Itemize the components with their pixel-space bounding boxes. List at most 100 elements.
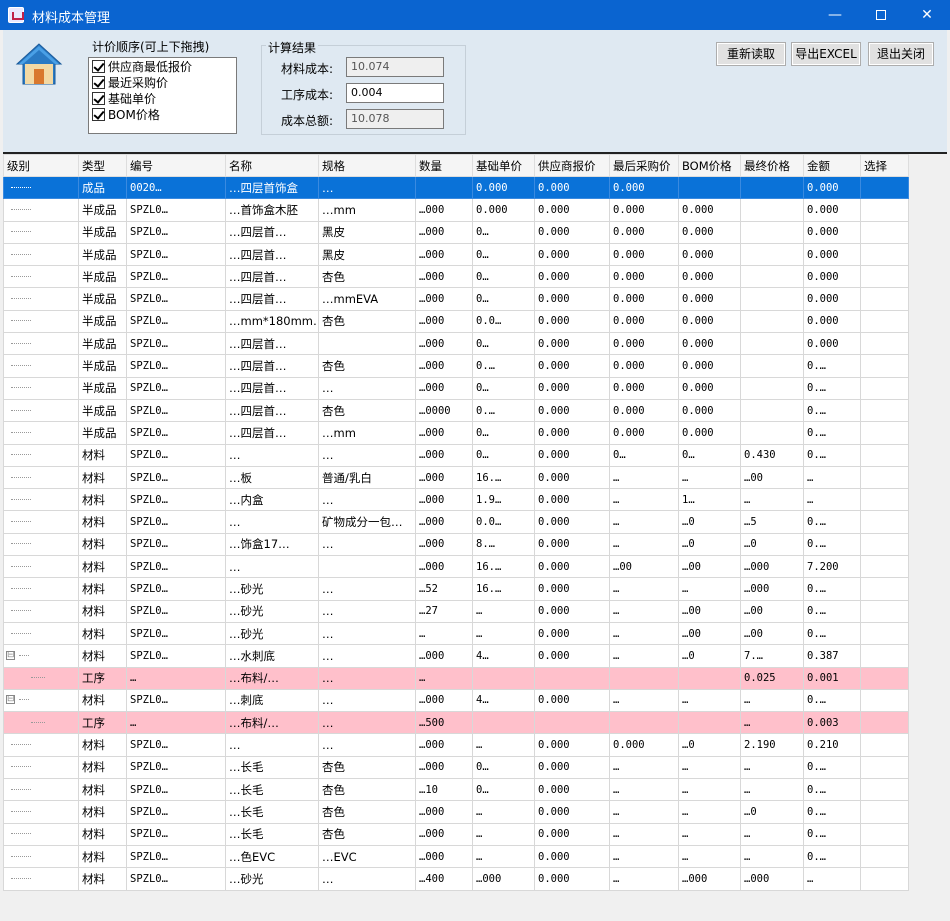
table-row[interactable]: 工序… …布料/……… 0.025 0.001 xyxy=(3,666,909,690)
table-row[interactable]: 半成品 SPZL0… …四层首… 黑皮 …000 0… 0.000 0.000 0.000 0.0… xyxy=(3,242,909,267)
maximize-button[interactable] xyxy=(858,0,904,30)
checkbox-icon[interactable] xyxy=(92,92,105,105)
select-cell[interactable] xyxy=(860,822,909,846)
table-row[interactable]: 材料 SPZL0……… …000 0… 0.000 0… 0… 0.430 0.… xyxy=(3,443,909,467)
select-cell[interactable] xyxy=(860,666,909,690)
column-header[interactable]: 数量 xyxy=(415,154,473,177)
column-header[interactable]: 规格 xyxy=(318,154,416,177)
column-header[interactable]: 级别 xyxy=(3,154,79,177)
column-header[interactable]: 编号 xyxy=(126,154,226,177)
select-cell[interactable] xyxy=(860,332,909,356)
export-excel-button[interactable]: 导出EXCEL xyxy=(791,42,861,66)
table-cell: … xyxy=(678,778,741,802)
select-cell[interactable] xyxy=(860,621,909,646)
minimize-button[interactable]: — xyxy=(812,0,858,30)
checkbox-icon[interactable] xyxy=(92,108,105,121)
select-cell[interactable] xyxy=(860,755,909,780)
table-row[interactable]: 材料 SPZL0… …长毛 杏色 …000… 0.000……… 0.… xyxy=(3,822,909,846)
collapse-icon[interactable]: ⊟ xyxy=(6,650,15,660)
select-cell[interactable] xyxy=(860,844,909,869)
table-row[interactable]: 工序… …布料/…… …500… 0.003 xyxy=(3,711,909,735)
column-header[interactable]: 供应商报价 xyxy=(534,154,610,177)
table-row[interactable]: 材料 SPZL0… …板 普通/乳白 …000 16.… 0.000…… …00… xyxy=(3,465,909,490)
select-cell[interactable] xyxy=(860,443,909,467)
column-header[interactable]: 名称 xyxy=(225,154,319,177)
table-row[interactable]: ⊟ 材料 SPZL0… …水刺底… …000 4… 0.000… …0 7.… 0.387 xyxy=(3,644,909,668)
column-header[interactable]: 金额 xyxy=(803,154,861,177)
collapse-icon[interactable]: ⊟ xyxy=(6,695,15,705)
order-item-bom[interactable]: BOM价格 xyxy=(92,107,160,122)
order-item-recent[interactable]: 最近采购价 xyxy=(92,75,168,90)
table-row[interactable]: 材料 SPZL0… …长毛 杏色 …000 0… 0.000……… 0.… xyxy=(3,755,909,780)
select-cell[interactable] xyxy=(860,644,909,668)
table-row[interactable]: 半成品 SPZL0… …首饰盒木胚 …mm …000 0.000 0.000 0.000 0.0… xyxy=(3,198,909,222)
select-cell[interactable] xyxy=(860,421,909,445)
table-row[interactable]: 材料 SPZL0… …内盒… …000 1.9… 0.000… 1……… xyxy=(3,488,909,512)
checkbox-icon[interactable] xyxy=(92,76,105,89)
table-row[interactable]: ⊟ 材料 SPZL0… …刺底… …000 4… 0.000……… 0.… xyxy=(3,688,909,713)
select-cell[interactable] xyxy=(860,398,909,423)
table-row[interactable]: 材料 SPZL0… …砂光… …52 16.… 0.000…… …000 0.… xyxy=(3,577,909,601)
column-header[interactable]: BOM价格 xyxy=(678,154,741,177)
table-row[interactable]: 材料 SPZL0……… …000… 0.000 0.000 …0 2.190 0.210 xyxy=(3,733,909,757)
checkbox-icon[interactable] xyxy=(92,60,105,73)
table-row[interactable]: 材料 SPZL0… …长毛 杏色 …000… 0.000…… …0 0.… xyxy=(3,800,909,824)
cost-grid[interactable]: 级别 类型 编号 名称 规格 数量 基础单价 供应商报价 最后采购价 BOM价格 最终价格 金额 选择 … xyxy=(3,152,947,918)
table-row[interactable]: 材料 SPZL0…… …000 16.… 0.000 …00 …00 …000 7.200 xyxy=(3,555,909,579)
column-header[interactable]: 基础单价 xyxy=(472,154,535,177)
exit-close-button[interactable]: 退出关闭 xyxy=(868,42,934,66)
total-cost-field[interactable]: 10.078 xyxy=(346,109,444,129)
select-cell[interactable] xyxy=(860,376,909,400)
column-header[interactable]: 选择 xyxy=(860,154,909,177)
order-item-base[interactable]: 基础单价 xyxy=(92,91,156,106)
select-cell[interactable] xyxy=(860,265,909,289)
table-row[interactable]: 材料 SPZL0… …饰盒17…… …000 8.… 0.000… …0 …0 0.… xyxy=(3,532,909,557)
table-row[interactable]: 成品 0020… …四层首饰盒… 0.000 0.000 0.000 0.000 xyxy=(3,175,909,200)
table-row[interactable]: 材料 SPZL0… …砂光… …400 …000 0.000… …000 …000… xyxy=(3,867,909,891)
table-row[interactable]: 半成品 SPZL0… …四层首… …mm …000 0… 0.000 0.000 0.000 0.… xyxy=(3,421,909,445)
table-row[interactable]: 半成品 SPZL0… …四层首… 杏色 …0000 0.… 0.000 0.000 0.000 0… xyxy=(3,398,909,423)
select-cell[interactable] xyxy=(860,711,909,735)
reload-button[interactable]: 重新读取 xyxy=(716,42,786,66)
select-cell[interactable] xyxy=(860,733,909,757)
select-cell[interactable] xyxy=(860,532,909,557)
select-cell[interactable] xyxy=(860,800,909,824)
table-row[interactable]: 半成品 SPZL0… …四层首… 黑皮 …000 0… 0.000 0.000 0.000 0.0… xyxy=(3,220,909,244)
table-row[interactable]: 材料 SPZL0… …长毛 杏色 …10 0… 0.000……… 0.… xyxy=(3,778,909,802)
table-row[interactable]: 材料 SPZL0… …砂光… …27… 0.000… …00 …00 0.… xyxy=(3,599,909,623)
select-cell[interactable] xyxy=(860,354,909,378)
select-cell[interactable] xyxy=(860,175,909,200)
select-cell[interactable] xyxy=(860,599,909,623)
select-cell[interactable] xyxy=(860,465,909,490)
table-row[interactable]: 材料 SPZL0…… 矿物成分一包… …000 0.0… 0.000… …0 …5 0.… xyxy=(3,510,909,534)
select-cell[interactable] xyxy=(860,555,909,579)
table-row[interactable]: 材料 SPZL0… …色EVC …EVC …000… 0.000……… 0.… xyxy=(3,844,909,869)
table-row[interactable]: 半成品 SPZL0… …四层首… 杏色 …000 0… 0.000 0.000 0.000 0.0… xyxy=(3,265,909,289)
column-header[interactable]: 类型 xyxy=(78,154,127,177)
table-row[interactable]: 半成品 SPZL0… …mm*180mm… 杏色 …000 0.0… 0.000 0.000 0… xyxy=(3,309,909,334)
select-cell[interactable] xyxy=(860,309,909,334)
table-row[interactable]: 材料 SPZL0… …砂光……… 0.000… …00 …00 0.… xyxy=(3,621,909,646)
select-cell[interactable] xyxy=(860,488,909,512)
select-cell[interactable] xyxy=(860,688,909,713)
table-row[interactable]: 半成品 SPZL0… …四层首…… …000 0… 0.000 0.000 0.000 0.… xyxy=(3,376,909,400)
table-row[interactable]: 半成品 SPZL0… …四层首… …mmEVA …000 0… 0.000 0.000 0.00… xyxy=(3,287,909,311)
process-cost-field[interactable]: 0.004 xyxy=(346,83,444,103)
order-item-supplier[interactable]: 供应商最低报价 xyxy=(92,59,192,74)
select-cell[interactable] xyxy=(860,778,909,802)
select-cell[interactable] xyxy=(860,287,909,311)
select-cell[interactable] xyxy=(860,577,909,601)
column-header[interactable]: 最终价格 xyxy=(740,154,804,177)
material-cost-field[interactable]: 10.074 xyxy=(346,57,444,77)
select-cell[interactable] xyxy=(860,198,909,222)
select-cell[interactable] xyxy=(860,220,909,244)
table-row[interactable]: 半成品 SPZL0… …四层首… …000 0… 0.000 0.000 0.000 0.000 xyxy=(3,332,909,356)
table-row[interactable]: 半成品 SPZL0… …四层首… 杏色 …000 0.… 0.000 0.000 0.000 0.… xyxy=(3,354,909,378)
select-cell[interactable] xyxy=(860,510,909,534)
price-order-list[interactable]: 供应商最低报价 最近采购价 基础单价 BOM价格 xyxy=(88,57,237,134)
home-icon[interactable] xyxy=(15,40,63,88)
select-cell[interactable] xyxy=(860,867,909,891)
select-cell[interactable] xyxy=(860,242,909,267)
column-header[interactable]: 最后采购价 xyxy=(609,154,679,177)
close-button[interactable]: ✕ xyxy=(904,0,950,30)
